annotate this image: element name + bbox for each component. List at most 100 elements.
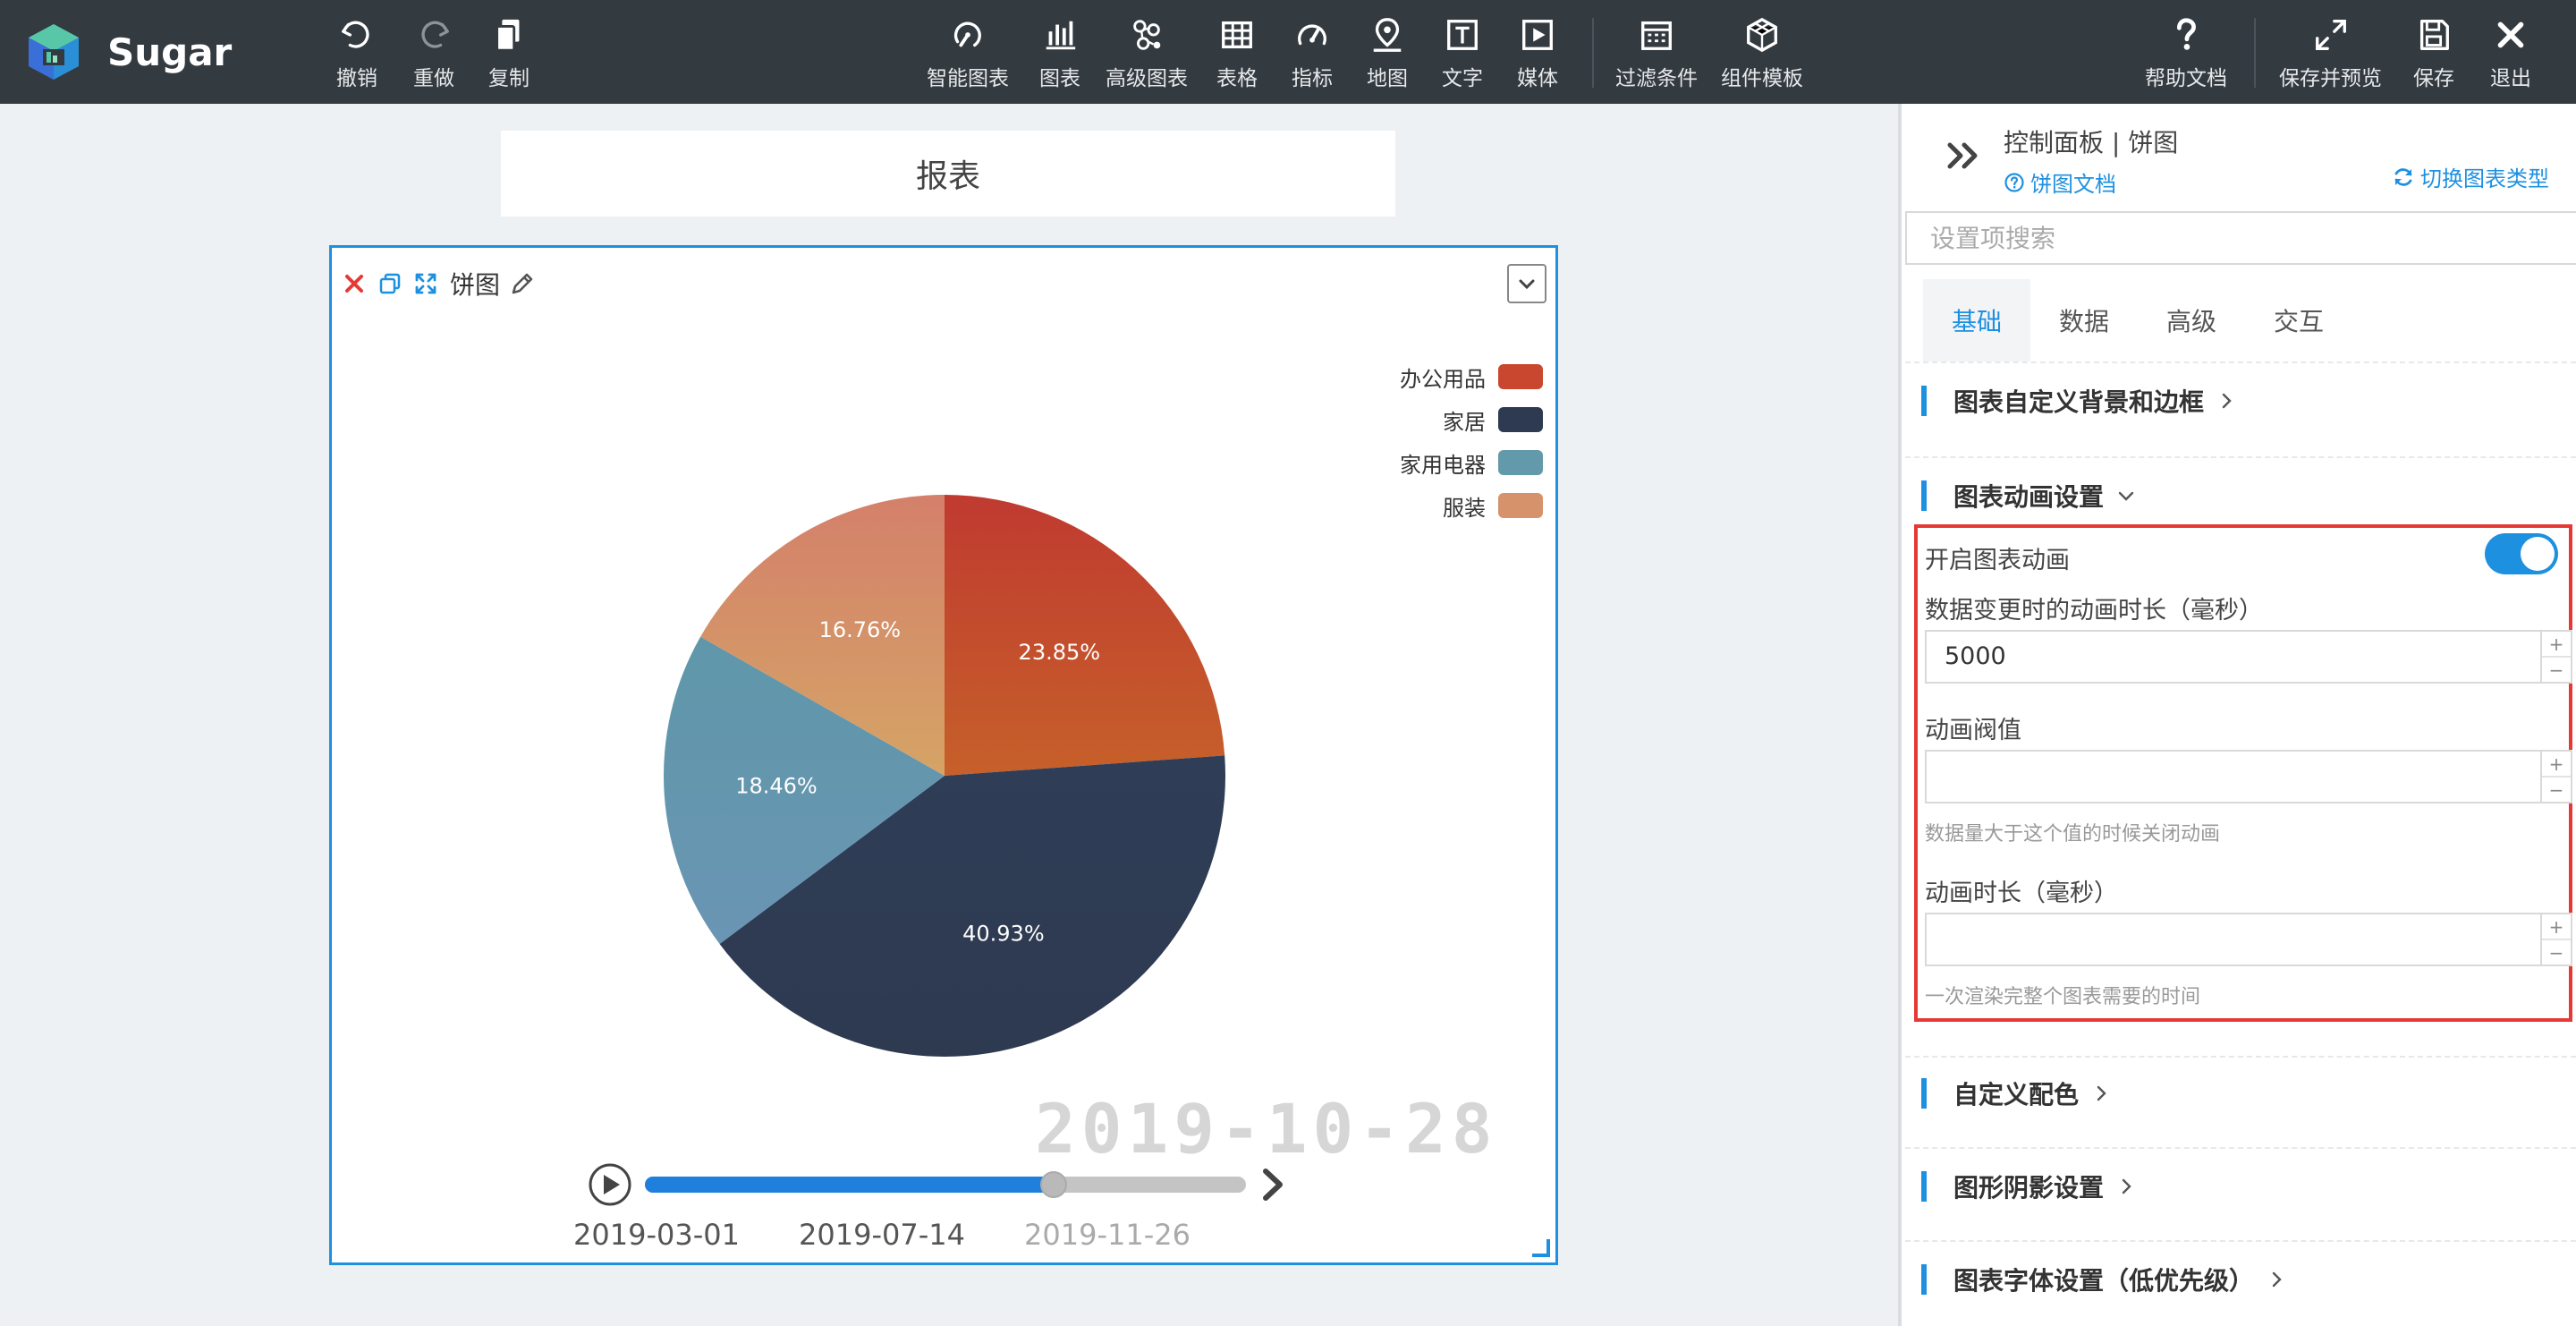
control-panel: 控制面板 | 饼图 饼图文档 切换图表类型 基础 数据 高级 交互 图表自定义背… <box>1898 104 2576 1326</box>
indicator-button[interactable]: 指标 <box>1292 16 1333 91</box>
decrement-button[interactable]: − <box>2542 778 2571 802</box>
map-label: 地图 <box>1367 67 1408 90</box>
save-label: 保存 <box>2413 67 2454 90</box>
advanced-chart-label: 高级图表 <box>1106 67 1188 90</box>
help-docs-button[interactable]: 帮助文档 <box>2145 16 2227 91</box>
help-docs-label: 帮助文档 <box>2145 67 2227 90</box>
tab-basic[interactable]: 基础 <box>1923 279 2030 361</box>
decrement-button[interactable]: − <box>2542 658 2571 682</box>
pie-chart-card[interactable]: 饼图 办公用品 家居 家用电器 服装 23.85% 40.93% 18.46% 16.… <box>329 245 1558 1265</box>
section-custom-color[interactable]: 自定义配色 <box>1921 1075 2111 1111</box>
toolbar-divider <box>1592 18 1594 88</box>
undo-button[interactable]: 撤销 <box>336 16 377 91</box>
media-label: 媒体 <box>1517 67 1558 90</box>
undo-icon <box>342 21 369 48</box>
copy-button[interactable]: 复制 <box>488 16 530 91</box>
template-button[interactable]: 组件模板 <box>1721 16 1803 91</box>
switch-chart-type-label: 切换图表类型 <box>2420 166 2549 191</box>
save-icon <box>2419 20 2449 50</box>
save-button[interactable]: 保存 <box>2413 16 2454 91</box>
map-button[interactable]: 地图 <box>1367 16 1408 91</box>
threshold-input[interactable]: + − <box>1925 750 2572 803</box>
section-shadow[interactable]: 图形阴影设置 <box>1921 1169 2136 1204</box>
exit-button[interactable]: 退出 <box>2490 16 2531 91</box>
pie-docs-link[interactable]: 饼图文档 <box>2004 166 2116 198</box>
section-marker <box>1921 1264 1927 1295</box>
increment-button[interactable]: + <box>2542 914 2571 940</box>
section-title: 图形阴影设置 <box>1953 1173 2105 1203</box>
update-duration-value: 5000 <box>1945 642 2006 670</box>
chart-button[interactable]: 图表 <box>1039 16 1080 91</box>
double-chevron-right-icon[interactable] <box>1945 136 1984 175</box>
chevron-right-icon <box>2272 1271 2282 1288</box>
report-title[interactable]: 报表 <box>501 131 1395 217</box>
divider <box>1905 1240 2576 1242</box>
redo-label: 重做 <box>413 67 454 90</box>
divider <box>1905 1056 2576 1058</box>
media-button[interactable]: 媒体 <box>1517 16 1558 91</box>
timeline-next-button[interactable] <box>1263 1169 1283 1201</box>
divider <box>1905 361 2576 363</box>
text-button[interactable]: 文字 <box>1442 16 1483 91</box>
enable-animation-toggle[interactable] <box>2485 533 2558 574</box>
table-button[interactable]: 表格 <box>1216 16 1258 91</box>
undo-label: 撤销 <box>336 67 377 90</box>
media-icon <box>1522 20 1553 50</box>
section-marker <box>1921 1171 1927 1202</box>
copy-icon <box>496 19 520 52</box>
chevron-down-icon <box>2118 491 2134 501</box>
save-preview-button[interactable]: 保存并预览 <box>2279 16 2382 91</box>
expand-icon <box>2315 20 2346 50</box>
section-bg-border[interactable]: 图表自定义背景和边框 <box>1921 383 2236 419</box>
duration-input[interactable]: + − <box>1925 913 2572 966</box>
stepper: + − <box>2540 752 2571 802</box>
enable-animation-label: 开启图表动画 <box>1925 547 2070 574</box>
tab-data[interactable]: 数据 <box>2030 279 2138 361</box>
update-duration-input[interactable]: 5000 + − <box>1925 630 2572 684</box>
increment-button[interactable]: + <box>2542 632 2571 658</box>
bar-chart-icon <box>1046 21 1076 50</box>
section-font[interactable]: 图表字体设置（低优先级） <box>1921 1262 2286 1297</box>
card-resize-handle[interactable] <box>1532 1239 1550 1257</box>
timeline-slider[interactable] <box>332 248 1555 1262</box>
copy-label: 复制 <box>488 67 530 90</box>
smart-chart-button[interactable]: 智能图表 <box>927 16 1009 91</box>
brand: Sugar <box>25 20 232 84</box>
help-icon <box>2176 18 2196 50</box>
decrement-button[interactable]: − <box>2542 940 2571 965</box>
switch-chart-type-link[interactable]: 切换图表类型 <box>2392 161 2549 192</box>
timeline-tick-label: 2019-07-14 <box>799 1218 965 1252</box>
sugar-logo-icon <box>29 24 79 80</box>
update-duration-label: 数据变更时的动画时长（毫秒） <box>1925 597 2263 625</box>
gauge-icon <box>1298 24 1326 46</box>
toolbar-divider <box>2254 18 2256 88</box>
tab-interaction[interactable]: 交互 <box>2245 279 2352 361</box>
increment-button[interactable]: + <box>2542 752 2571 778</box>
smart-chart-icon <box>953 21 981 47</box>
advanced-chart-button[interactable]: 高级图表 <box>1106 16 1188 91</box>
toggle-knob <box>2521 537 2555 571</box>
chevron-right-icon <box>2097 1085 2106 1101</box>
chevron-right-icon <box>2122 1178 2131 1194</box>
filter-button[interactable]: 过滤条件 <box>1615 16 1698 91</box>
table-label: 表格 <box>1216 67 1258 90</box>
threshold-label: 动画阀值 <box>1925 717 2021 744</box>
timeline-play-button[interactable] <box>589 1163 631 1206</box>
tab-advanced[interactable]: 高级 <box>2138 279 2245 361</box>
panel-header: 控制面板 | 饼图 饼图文档 切换图表类型 <box>1902 104 2576 202</box>
map-pin-icon <box>1373 18 1402 52</box>
smart-chart-label: 智能图表 <box>927 67 1009 90</box>
timeline-tick-label: 2019-03-01 <box>573 1218 740 1252</box>
help-circle-icon <box>2004 172 2024 192</box>
close-icon <box>2497 21 2524 48</box>
timeline-tick-label: 2019-11-26 <box>1024 1218 1191 1252</box>
section-title: 图表动画设置 <box>1953 482 2105 512</box>
timeline-handle[interactable] <box>1039 1171 1067 1198</box>
redo-button[interactable]: 重做 <box>413 16 454 91</box>
panel-title: 控制面板 | 饼图 <box>2004 128 2179 157</box>
section-animation[interactable]: 图表动画设置 <box>1921 478 2136 514</box>
section-title: 自定义配色 <box>1953 1080 2080 1109</box>
report-canvas: 报表 饼图 办公用品 家居 家用电器 服装 23.85% 40.93% 18.4… <box>0 104 1898 1326</box>
settings-search-input[interactable] <box>1905 211 2576 265</box>
chart-label: 图表 <box>1039 67 1080 90</box>
